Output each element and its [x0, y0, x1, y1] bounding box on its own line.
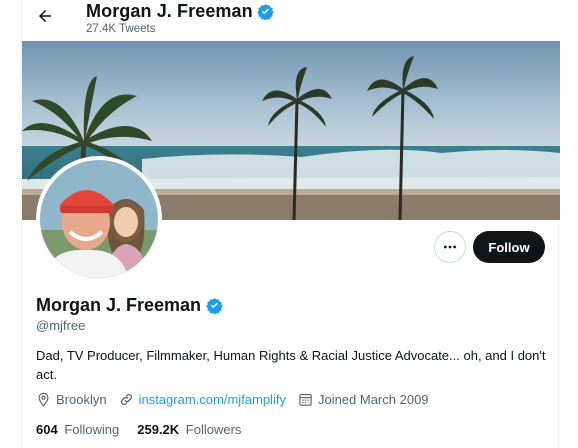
website-link[interactable]: instagram.com/mjfamplify	[139, 392, 286, 407]
more-horizontal-icon	[444, 245, 456, 249]
joined-text: Joined March 2009	[317, 392, 429, 407]
avatar[interactable]	[36, 156, 162, 282]
followers-count: 259.2K	[137, 422, 180, 437]
location-item: Brooklyn	[36, 392, 107, 407]
joined-item: Joined March 2009	[298, 392, 429, 407]
location-pin-icon	[38, 392, 49, 407]
back-button[interactable]	[32, 3, 58, 29]
location-text: Brooklyn	[56, 392, 107, 407]
profile-name-text: Morgan J. Freeman	[36, 295, 202, 315]
more-options-button[interactable]	[434, 231, 466, 263]
avatar-image	[40, 160, 158, 278]
followers-label: Followers	[185, 422, 242, 437]
follow-button[interactable]: Follow	[473, 231, 545, 263]
profile-bio: Dad, TV Producer, Filmmaker, Human Right…	[36, 348, 546, 382]
verified-badge-icon	[257, 3, 274, 20]
profile-meta: Brooklyn instagram.com/mjfamplify Joined…	[36, 392, 441, 407]
following-label: Following	[64, 422, 120, 437]
header-name-text: Morgan J. Freeman	[86, 1, 253, 21]
following-stat[interactable]: 604 Following	[36, 422, 119, 437]
tweet-count: 27.4K Tweets	[86, 23, 156, 35]
link-icon	[120, 394, 132, 405]
followers-stat[interactable]: 259.2K Followers	[137, 422, 241, 437]
verified-badge-icon[interactable]	[206, 297, 223, 314]
profile-handle: @mjfree	[36, 318, 86, 333]
calendar-icon	[299, 393, 312, 406]
header-title: Morgan J. Freeman	[86, 0, 274, 22]
profile-name: Morgan J. Freeman	[36, 294, 223, 316]
profile-header: Morgan J. Freeman 27.4K Tweets	[22, 0, 560, 41]
profile-column: Morgan J. Freeman 27.4K Tweets Follow Mo…	[21, 0, 560, 448]
website-item: instagram.com/mjfamplify	[119, 392, 286, 407]
outer-margin	[0, 0, 21, 448]
follow-stats: 604 Following 259.2K Followers	[36, 422, 259, 437]
following-count: 604	[36, 422, 58, 437]
arrow-left-icon	[39, 10, 51, 22]
